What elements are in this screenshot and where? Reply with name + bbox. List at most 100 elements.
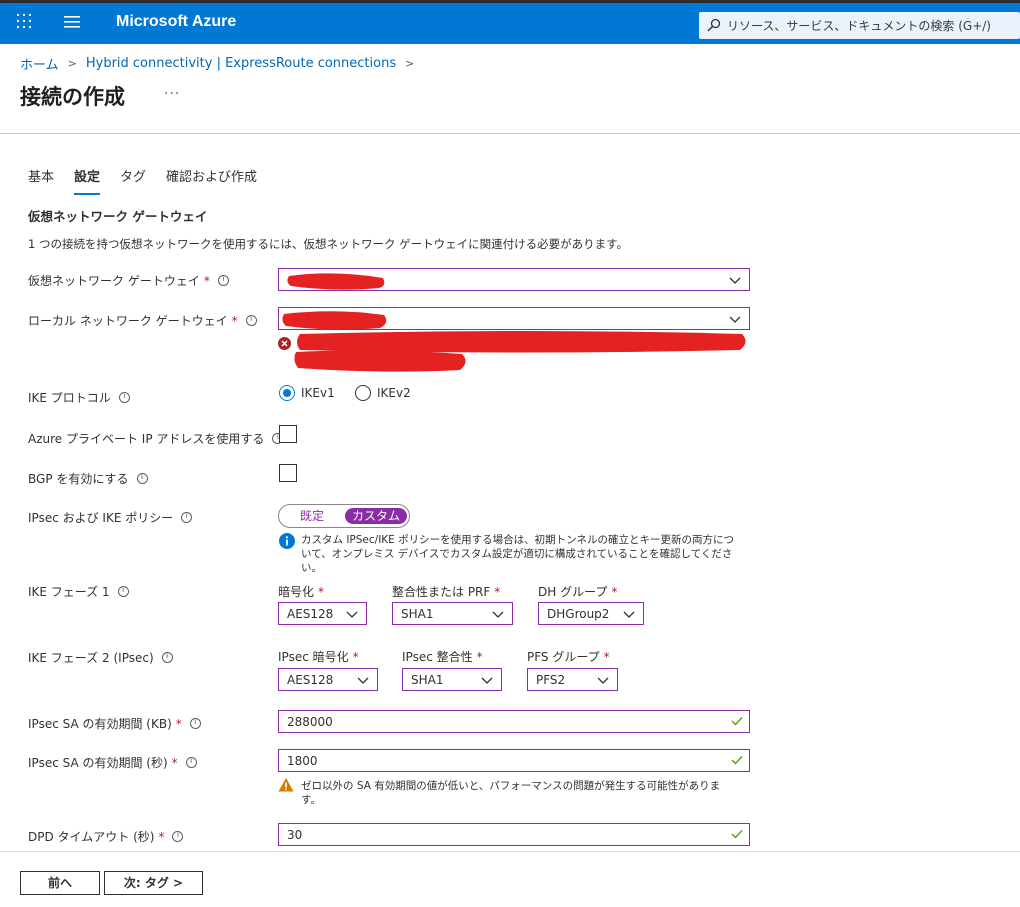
phase2-encryption-label-row: IPsec 暗号化 * (278, 648, 359, 665)
dpd-input[interactable] (287, 824, 707, 845)
sa-kb-label: IPsec SA の有効期間 (KB) (28, 717, 172, 731)
phase2-encryption-dropdown[interactable]: AES128 (278, 668, 378, 691)
policy-toggle: 既定 カスタム (278, 504, 410, 528)
private-ip-checkbox[interactable] (279, 425, 297, 443)
info-icon[interactable] (217, 274, 229, 286)
bgp-checkbox[interactable] (279, 464, 297, 482)
tab-settings[interactable]: 設定 (74, 166, 101, 195)
info-icon[interactable] (172, 830, 184, 842)
phase2-integrity-label-row: IPsec 整合性 * (402, 648, 483, 665)
phase2-pfs-label: PFS グループ (527, 650, 600, 664)
more-options-button[interactable]: ··· (164, 86, 180, 102)
check-icon (731, 830, 743, 839)
redaction-mark (287, 273, 385, 290)
radio-label: IKEv1 (301, 386, 335, 400)
phase1-integrity-label-row: 整合性または PRF * (392, 583, 500, 600)
search-icon (707, 18, 721, 32)
private-ip-label: Azure プライベート IP アドレスを使用する (28, 432, 265, 446)
bgp-label-row: BGP を有効にする (28, 470, 148, 487)
phase1-label-row: IKE フェーズ 1 (28, 583, 129, 600)
phase1-integrity-dropdown[interactable]: SHA1 (392, 602, 513, 625)
lng-label: ローカル ネットワーク ゲートウェイ (28, 314, 228, 328)
info-icon[interactable] (118, 391, 130, 403)
sa-sec-label-row: IPsec SA の有効期間 (秒) * (28, 754, 197, 771)
info-icon[interactable] (117, 585, 129, 597)
sa-sec-field[interactable] (278, 749, 750, 772)
info-icon[interactable] (185, 756, 197, 768)
tab-basics[interactable]: 基本 (28, 166, 54, 191)
policy-default-option[interactable]: 既定 (286, 508, 338, 524)
required-marker: * (158, 829, 165, 844)
policy-custom-option[interactable]: カスタム (345, 508, 407, 524)
phase1-label: IKE フェーズ 1 (28, 585, 110, 599)
policy-label-row: IPsec および IKE ポリシー (28, 509, 193, 526)
radio-button (355, 385, 371, 401)
chevron-down-icon (729, 277, 741, 284)
app-launcher-icon[interactable] (17, 14, 31, 28)
brand-title[interactable]: Microsoft Azure (116, 13, 236, 31)
breadcrumb-home[interactable]: ホーム (20, 54, 59, 73)
dropdown-value: PFS2 (536, 673, 566, 687)
check-icon (731, 756, 743, 765)
required-marker: * (203, 273, 210, 288)
phase2-encryption-label: IPsec 暗号化 (278, 650, 349, 664)
sa-sec-input[interactable] (287, 750, 707, 771)
phase1-dh-dropdown[interactable]: DHGroup2 (538, 602, 644, 625)
check-icon (731, 717, 743, 726)
info-icon[interactable] (181, 511, 193, 523)
phase2-integrity-label: IPsec 整合性 (402, 650, 473, 664)
dropdown-value: SHA1 (401, 607, 434, 621)
required-marker: * (231, 313, 238, 328)
global-search[interactable] (699, 12, 1020, 39)
phase2-label-row: IKE フェーズ 2 (IPsec) (28, 649, 173, 666)
previous-button[interactable]: 前へ (20, 871, 100, 895)
required-marker: * (171, 755, 178, 770)
sa-warning-text: ゼロ以外の SA 有効期間の値が低いと、パフォーマンスの問題が発生する可能性があ… (301, 780, 721, 806)
sa-kb-field[interactable] (278, 710, 750, 733)
required-marker: * (318, 585, 325, 599)
dpd-field[interactable] (278, 823, 750, 846)
ike-protocol-label: IKE プロトコル (28, 391, 111, 405)
phase2-label: IKE フェーズ 2 (IPsec) (28, 651, 154, 665)
dropdown-value: AES128 (287, 607, 334, 621)
dpd-label: DPD タイムアウト (秒) (28, 830, 155, 844)
chevron-down-icon (357, 677, 369, 684)
chevron-down-icon (346, 611, 358, 618)
required-marker: * (476, 650, 483, 664)
next-tags-button[interactable]: 次: タグ > (104, 871, 203, 895)
footer-divider (0, 851, 1020, 852)
phase2-integrity-dropdown[interactable]: SHA1 (402, 668, 502, 691)
menu-icon[interactable] (64, 15, 80, 29)
info-icon[interactable] (161, 651, 173, 663)
info-filled-icon (279, 533, 295, 549)
phase1-encryption-dropdown[interactable]: AES128 (278, 602, 367, 625)
required-marker: * (494, 585, 501, 599)
required-marker: * (603, 650, 610, 664)
chevron-right-icon: > (405, 57, 415, 70)
chevron-right-icon: > (67, 57, 77, 70)
phase2-pfs-dropdown[interactable]: PFS2 (527, 668, 618, 691)
required-marker: * (611, 585, 618, 599)
info-icon[interactable] (136, 472, 148, 484)
sa-sec-label: IPsec SA の有効期間 (秒) (28, 756, 168, 770)
radio-ikev2[interactable]: IKEv2 (355, 385, 411, 401)
sa-kb-input[interactable] (287, 711, 707, 732)
policy-note: カスタム IPSec/IKE ポリシーを使用する場合は、初期トンネルの確立とキー… (301, 534, 734, 574)
tab-review-create[interactable]: 確認および作成 (166, 166, 257, 191)
info-icon[interactable] (245, 314, 257, 326)
error-icon (278, 337, 291, 350)
chevron-down-icon (492, 611, 504, 618)
phase1-dh-label-row: DH グループ * (538, 583, 617, 600)
dpd-label-row: DPD タイムアウト (秒) * (28, 828, 184, 845)
radio-ikev1[interactable]: IKEv1 (279, 385, 335, 401)
breadcrumb-expressroute[interactable]: Hybrid connectivity | ExpressRoute conne… (86, 56, 396, 71)
phase1-encryption-label-row: 暗号化 * (278, 583, 324, 600)
vng-label-row: 仮想ネットワーク ゲートウェイ * (28, 272, 229, 289)
radio-button (279, 385, 295, 401)
tab-tags[interactable]: タグ (120, 166, 146, 191)
phase1-dh-label: DH グループ (538, 585, 608, 599)
info-icon[interactable] (189, 717, 201, 729)
search-input[interactable] (727, 12, 1017, 39)
bgp-label: BGP を有効にする (28, 472, 129, 486)
chevron-down-icon (729, 316, 741, 323)
